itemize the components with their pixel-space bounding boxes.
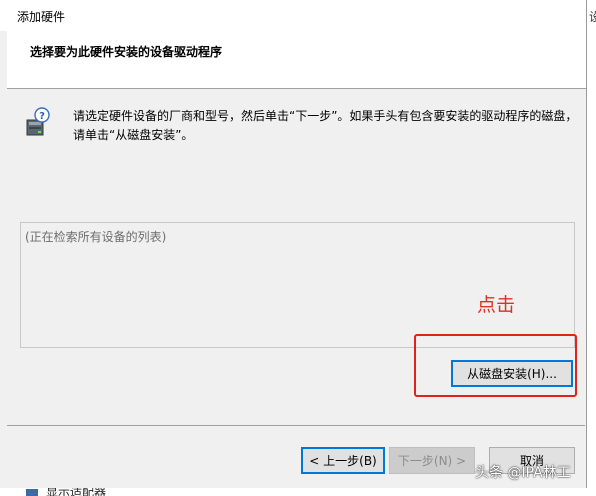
wizard-header: 选择要为此硬件安装的设备驱动程序: [7, 31, 586, 89]
display-adapter-icon: [26, 489, 38, 496]
next-button[interactable]: 下一步(N) >: [389, 447, 475, 474]
footer-separator: [7, 425, 585, 426]
back-button[interactable]: < 上一步(B): [301, 447, 385, 474]
annotation-label: 点击: [477, 294, 516, 316]
background-tree-label: 显示适配器: [46, 488, 107, 496]
instructions-text: 请选定硬件设备的厂商和型号，然后单击“下一步”。如果手头有包含要安装的驱动程序的…: [73, 107, 578, 145]
instructions-line-1: 请选定硬件设备的厂商和型号，然后单击“下一步”。如果手头有包含要安装的驱动程序的…: [73, 109, 578, 123]
watermark: 头条 @IPA林工: [475, 465, 571, 481]
window-title: 添加硬件: [17, 10, 66, 24]
device-list-placeholder: (正在检索所有设备的列表): [25, 230, 167, 244]
device-list[interactable]: (正在检索所有设备的列表): [20, 222, 575, 348]
background-text-fragment: 设: [589, 10, 596, 24]
have-disk-button[interactable]: 从磁盘安装(H)...: [451, 360, 573, 387]
svg-text:?: ?: [39, 111, 45, 122]
title-bar[interactable]: 添加硬件: [0, 0, 586, 31]
hardware-help-icon: ?: [26, 107, 50, 136]
instructions-line-2: 请单击“从磁盘安装”。: [73, 128, 194, 142]
page-heading: 选择要为此硬件安装的设备驱动程序: [30, 45, 223, 59]
add-hardware-dialog: 添加硬件 选择要为此硬件安装的设备驱动程序 ? 请选定硬件设备的厂商和型号，然后…: [0, 0, 587, 488]
background-tree-item: 显示适配器: [0, 488, 587, 496]
background-window-edge: 设: [587, 0, 596, 496]
